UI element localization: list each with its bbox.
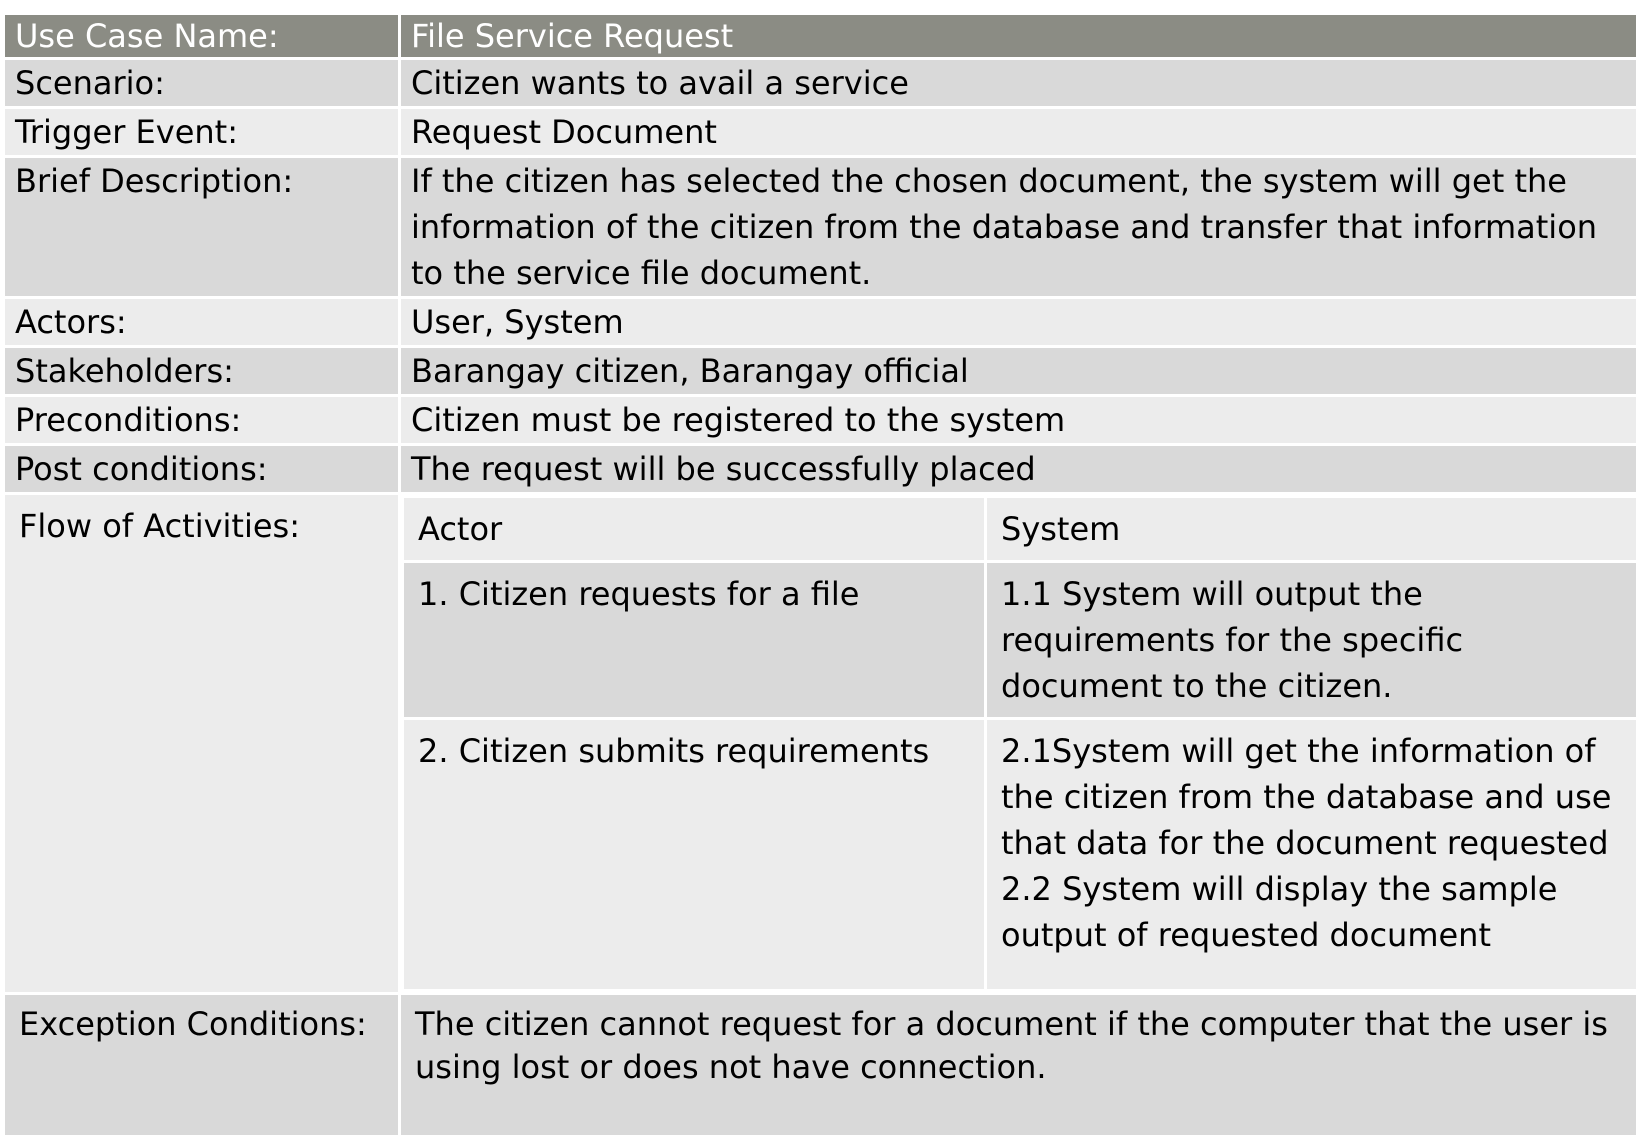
system-column-header: System <box>984 495 1639 563</box>
header-value-cell: File Service Request <box>398 12 1639 60</box>
brief-description-label: Brief Description: <box>2 155 401 299</box>
use-case-table: Use Case Name: File Service Request Scen… <box>2 12 1639 1138</box>
table-row: Brief Description: If the citizen has se… <box>2 155 1639 299</box>
flow-table: Actor System 1. Citizen requests for a f… <box>401 495 1639 992</box>
exception-conditions-row: Exception Conditions: The citizen cannot… <box>2 992 1639 1138</box>
brief-description-value: If the citizen has selected the chosen d… <box>398 155 1639 299</box>
post-conditions-value: The request will be successfully placed <box>398 443 1639 495</box>
table-row: Actors: User, System <box>2 296 1639 348</box>
use-case-name-value: File Service Request <box>411 17 734 55</box>
actor-column-header: Actor <box>401 495 987 563</box>
flow-step-2-system: 2.1System will get the information of th… <box>984 717 1639 992</box>
trigger-event-label: Trigger Event: <box>2 106 401 158</box>
table-row: Stakeholders: Barangay citizen, Barangay… <box>2 345 1639 397</box>
stakeholders-label: Stakeholders: <box>2 345 401 397</box>
stakeholders-value: Barangay citizen, Barangay official <box>398 345 1639 397</box>
exception-conditions-value: The citizen cannot request for a documen… <box>398 992 1639 1138</box>
table-row: Post conditions: The request will be suc… <box>2 443 1639 495</box>
flow-of-activities-row: Flow of Activities: Actor System 1. Citi… <box>2 492 1639 995</box>
flow-step-1-system: 1.1 System will output the requirements … <box>984 560 1639 720</box>
flow-step-2-system-line: 2.2 System will display the sample outpu… <box>1001 870 1558 954</box>
table-row: Preconditions: Citizen must be registere… <box>2 394 1639 446</box>
scenario-value: Citizen wants to avail a service <box>398 57 1639 109</box>
preconditions-value: Citizen must be registered to the system <box>398 394 1639 446</box>
actors-value: User, System <box>398 296 1639 348</box>
preconditions-label: Preconditions: <box>2 394 401 446</box>
flow-step-row: 2. Citizen submits requirements 2.1Syste… <box>401 717 1639 992</box>
flow-of-activities-cell: Actor System 1. Citizen requests for a f… <box>398 492 1639 995</box>
scenario-label: Scenario: <box>2 57 401 109</box>
use-case-name-label: Use Case Name: <box>15 17 279 55</box>
flow-header-row: Actor System <box>401 495 1639 563</box>
actors-label: Actors: <box>2 296 401 348</box>
flow-step-1-actor: 1. Citizen requests for a file <box>401 560 987 720</box>
flow-of-activities-label: Flow of Activities: <box>2 492 401 995</box>
trigger-event-value: Request Document <box>398 106 1639 158</box>
post-conditions-label: Post conditions: <box>2 443 401 495</box>
table-row: Trigger Event: Request Document <box>2 106 1639 158</box>
flow-step-2-system-line: 2.1System will get the information of th… <box>1001 732 1612 862</box>
exception-conditions-label: Exception Conditions: <box>2 992 401 1138</box>
flow-step-2-actor: 2. Citizen submits requirements <box>401 717 987 992</box>
flow-step-1-system-line: 1.1 System will output the requirements … <box>1001 575 1464 705</box>
header-label-cell: Use Case Name: <box>2 12 401 60</box>
flow-step-row: 1. Citizen requests for a file 1.1 Syste… <box>401 560 1639 720</box>
table-row: Scenario: Citizen wants to avail a servi… <box>2 57 1639 109</box>
header-row: Use Case Name: File Service Request <box>2 12 1639 60</box>
